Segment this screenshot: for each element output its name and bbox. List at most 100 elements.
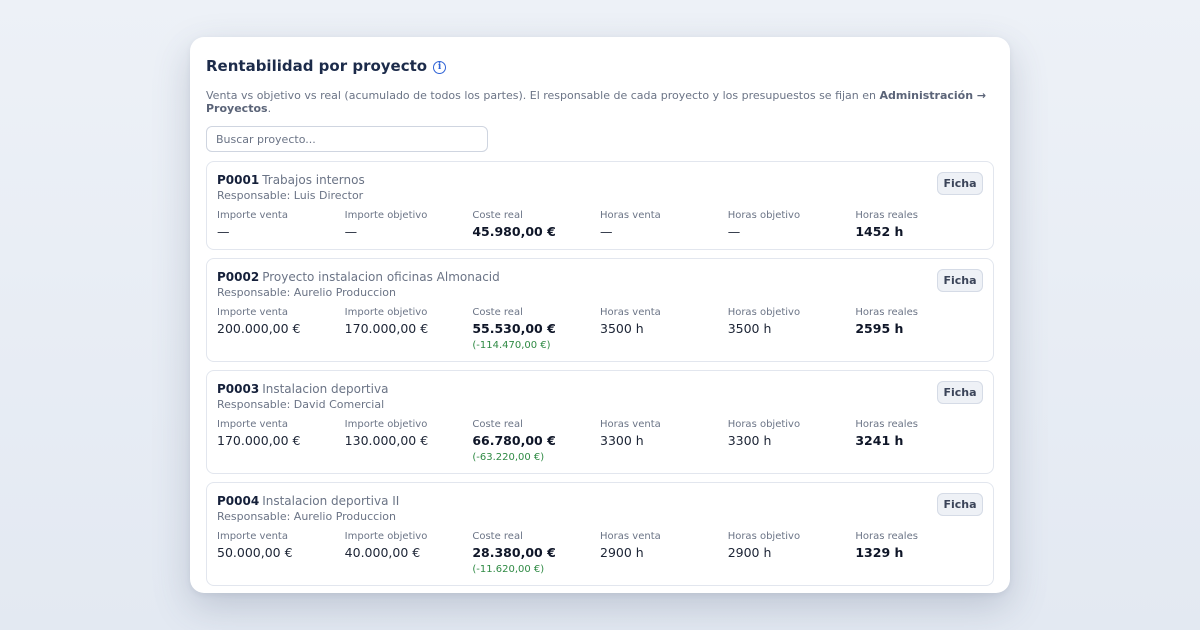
- metric-horas-venta: Horas venta 2900 h: [600, 531, 728, 575]
- search-input[interactable]: [206, 126, 488, 152]
- metric-label: Coste real: [472, 531, 523, 542]
- ficha-button[interactable]: Ficha: [937, 172, 983, 195]
- project-metrics: Importe venta 200.000,00 € Importe objet…: [217, 307, 983, 351]
- coste-real-value: 28.380,00 €: [472, 545, 556, 560]
- metric-label: Importe venta: [217, 210, 288, 221]
- metric-coste-real: Coste real 45.980,00 €: [472, 210, 600, 239]
- metric-horas-objetivo: Horas objetivo 3500 h: [728, 307, 856, 351]
- metric-horas-venta: Horas venta —: [600, 210, 728, 239]
- coste-diff-value: (-63.220,00 €): [472, 452, 545, 463]
- importe-objetivo-value: —: [344, 224, 358, 239]
- horas-objetivo-value: 3300 h: [727, 433, 772, 448]
- metric-label: Horas reales: [855, 531, 918, 542]
- project-metrics: Importe venta 170.000,00 € Importe objet…: [217, 419, 983, 463]
- metric-horas-objetivo: Horas objetivo 2900 h: [728, 531, 856, 575]
- coste-diff-value: (-11.620,00 €): [472, 564, 545, 575]
- metric-label: Horas venta: [600, 210, 661, 221]
- ficha-button[interactable]: Ficha: [937, 381, 983, 404]
- project-code: P0004: [217, 494, 260, 508]
- horas-venta-value: 2900 h: [600, 545, 644, 560]
- metric-label: Horas venta: [600, 419, 661, 430]
- importe-objetivo-value: 170.000,00 €: [344, 321, 429, 336]
- metric-horas-reales: Horas reales 1329 h: [855, 531, 983, 575]
- metric-horas-objetivo: Horas objetivo 3300 h: [728, 419, 856, 463]
- subtitle-end: .: [267, 102, 272, 115]
- metric-horas-reales: Horas reales 1452 h: [855, 210, 983, 239]
- importe-objetivo-value: 130.000,00 €: [344, 433, 429, 448]
- metric-label: Horas venta: [600, 531, 661, 542]
- metric-label: Importe venta: [217, 307, 288, 318]
- horas-reales-value: 1452 h: [855, 224, 904, 239]
- project-card: P0004 Instalacion deportiva II Responsabl…: [206, 482, 994, 586]
- metric-horas-reales: Horas reales 3241 h: [855, 419, 983, 463]
- project-card: P0002 Proyecto instalacion oficinas Almon…: [206, 258, 994, 362]
- project-metrics: Importe venta 50.000,00 € Importe objeti…: [217, 531, 983, 575]
- ficha-button[interactable]: Ficha: [937, 269, 983, 292]
- metric-importe-venta: Importe venta 200.000,00 €: [217, 307, 345, 351]
- metric-importe-objetivo: Importe objetivo 40.000,00 €: [345, 531, 473, 575]
- metric-importe-venta: Importe venta 170.000,00 €: [217, 419, 345, 463]
- metric-importe-venta: Importe venta —: [217, 210, 345, 239]
- project-responsable: Responsable: Aurelio Produccion: [217, 286, 396, 299]
- horas-objetivo-value: 3500 h: [727, 321, 772, 336]
- project-name: Trabajos internos: [262, 173, 365, 187]
- metric-label: Horas venta: [600, 307, 661, 318]
- ficha-button[interactable]: Ficha: [937, 493, 983, 516]
- project-code: P0003: [217, 382, 260, 396]
- metric-label: Importe objetivo: [344, 307, 428, 318]
- coste-real-value: 55.530,00 €: [472, 321, 556, 336]
- horas-venta-value: 3300 h: [600, 433, 644, 448]
- metric-coste-real: Coste real 55.530,00 € (-114.470,00 €): [472, 307, 600, 351]
- project-heading: P0003 Instalacion deportiva: [217, 382, 983, 396]
- page-subtitle: Venta vs objetivo vs real (acumulado de …: [206, 89, 994, 115]
- horas-venta-value: 3500 h: [600, 321, 644, 336]
- project-heading: P0004 Instalacion deportiva II: [217, 494, 983, 508]
- project-heading: P0001 Trabajos internos: [217, 173, 983, 187]
- project-card: P0001 Trabajos internos Responsable: Luis…: [206, 161, 994, 250]
- profitability-panel: Rentabilidad por proyecto i Venta vs obj…: [190, 37, 1010, 593]
- metric-label: Horas objetivo: [727, 531, 801, 542]
- project-list: P0001 Trabajos internos Responsable: Luis…: [206, 161, 994, 586]
- subtitle-text: Venta vs objetivo vs real (acumulado de …: [206, 89, 880, 102]
- metric-label: Coste real: [472, 307, 523, 318]
- project-code: P0001: [217, 173, 260, 187]
- horas-objetivo-value: 2900 h: [727, 545, 772, 560]
- info-icon[interactable]: i: [433, 61, 447, 74]
- metric-label: Horas objetivo: [727, 419, 801, 430]
- horas-reales-value: 1329 h: [855, 545, 904, 560]
- metric-importe-objetivo: Importe objetivo 170.000,00 €: [345, 307, 473, 351]
- coste-real-value: 45.980,00 €: [472, 224, 556, 239]
- metric-horas-venta: Horas venta 3300 h: [600, 419, 728, 463]
- metric-label: Importe objetivo: [344, 531, 428, 542]
- importe-venta-value: 200.000,00 €: [217, 321, 301, 336]
- importe-venta-value: 50.000,00 €: [217, 545, 293, 560]
- metric-coste-real: Coste real 28.380,00 € (-11.620,00 €): [472, 531, 600, 575]
- horas-reales-value: 3241 h: [855, 433, 904, 448]
- coste-real-value: 66.780,00 €: [472, 433, 556, 448]
- project-responsable: Responsable: David Comercial: [217, 398, 385, 411]
- metric-horas-reales: Horas reales 2595 h: [855, 307, 983, 351]
- metric-label: Horas objetivo: [727, 307, 801, 318]
- metric-label: Horas reales: [855, 307, 918, 318]
- metric-horas-objetivo: Horas objetivo —: [728, 210, 856, 239]
- metric-label: Horas reales: [855, 419, 918, 430]
- metric-label: Horas reales: [855, 210, 918, 221]
- importe-objetivo-value: 40.000,00 €: [344, 545, 421, 560]
- title-row: Rentabilidad por proyecto i: [206, 57, 994, 75]
- metric-importe-objetivo: Importe objetivo 130.000,00 €: [345, 419, 473, 463]
- project-responsable: Responsable: Aurelio Produccion: [217, 510, 396, 523]
- importe-venta-value: 170.000,00 €: [217, 433, 301, 448]
- metric-label: Importe objetivo: [344, 419, 428, 430]
- horas-objetivo-value: —: [727, 224, 741, 239]
- page-title: Rentabilidad por proyecto: [206, 57, 428, 75]
- coste-diff-value: (-114.470,00 €): [472, 340, 551, 351]
- horas-venta-value: —: [600, 224, 613, 239]
- metric-label: Importe venta: [217, 531, 288, 542]
- horas-reales-value: 2595 h: [855, 321, 904, 336]
- project-card: P0003 Instalacion deportiva Responsable: …: [206, 370, 994, 474]
- metric-label: Importe objetivo: [344, 210, 428, 221]
- project-code: P0002: [217, 270, 260, 284]
- metric-label: Coste real: [472, 210, 523, 221]
- metric-horas-venta: Horas venta 3500 h: [600, 307, 728, 351]
- project-name: Proyecto instalacion oficinas Almonacid: [262, 270, 500, 284]
